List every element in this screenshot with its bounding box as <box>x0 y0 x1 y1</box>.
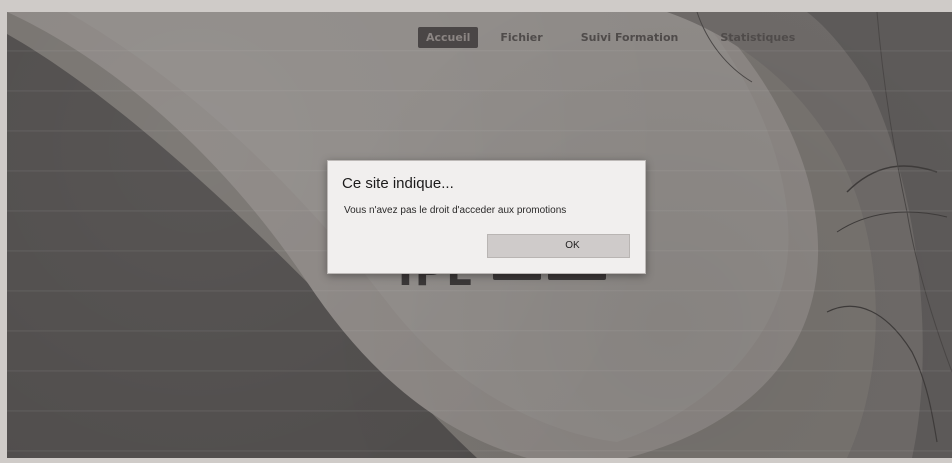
nav-item-statistiques[interactable]: Statistiques <box>712 27 803 48</box>
nav-item-suivi-formation[interactable]: Suivi Formation <box>573 27 687 48</box>
main-nav: Accueil Fichier Suivi Formation Statisti… <box>418 26 803 48</box>
ok-button-label: OK <box>565 240 580 251</box>
dialog-message: Vous n'avez pas le droit d'acceder aux p… <box>344 205 567 216</box>
nav-item-accueil[interactable]: Accueil <box>418 26 479 48</box>
nav-item-fichier[interactable]: Fichier <box>492 27 550 48</box>
page: Accueil Fichier Suivi Formation Statisti… <box>0 0 952 463</box>
alert-dialog: Ce site indique... Vous n'avez pas le dr… <box>327 160 646 274</box>
ok-button[interactable]: OK <box>487 234 630 258</box>
dialog-title: Ce site indique... <box>342 175 454 192</box>
